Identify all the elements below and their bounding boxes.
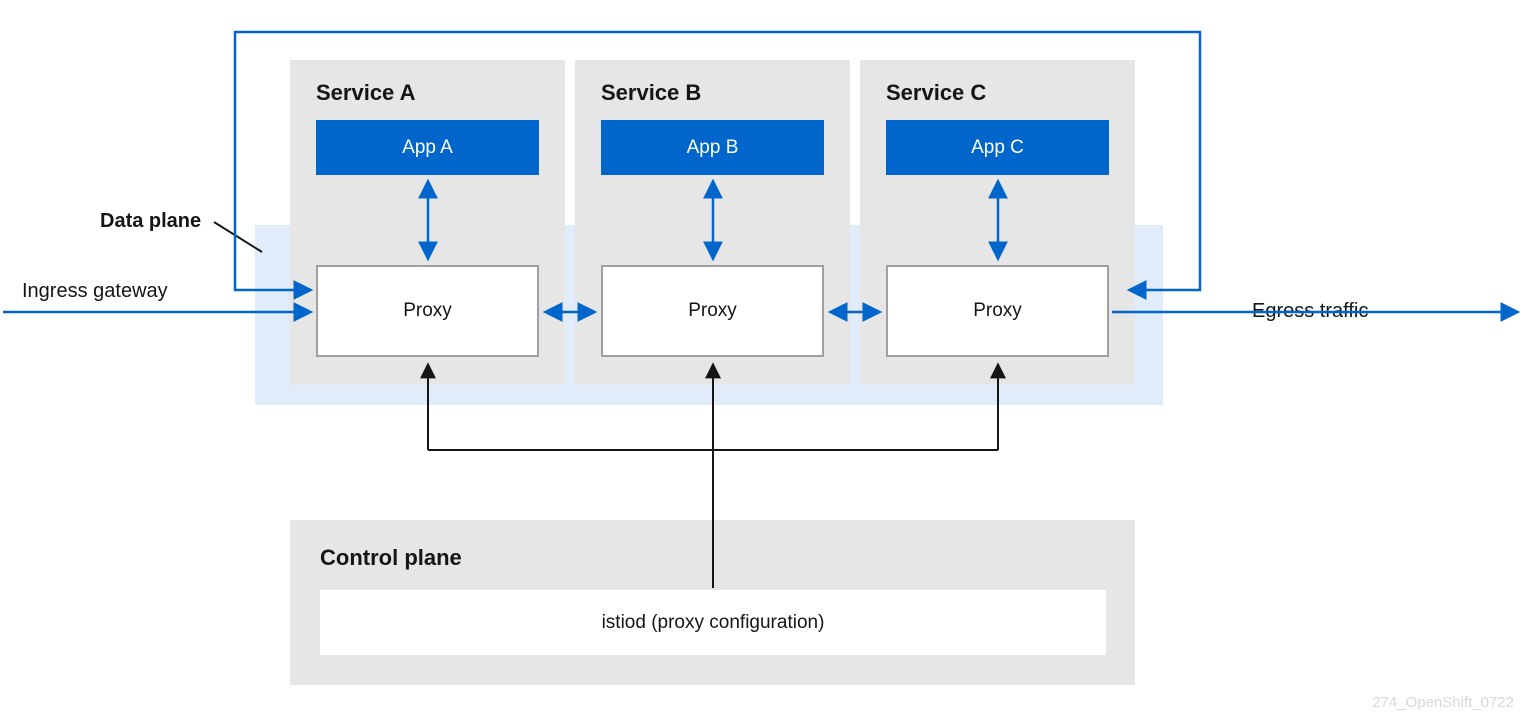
app-b-box: App B — [601, 120, 824, 175]
proxy-a-label: Proxy — [403, 300, 452, 322]
watermark-label: 274_OpenShift_0722 — [1372, 694, 1514, 711]
diagram-canvas: Service A App A Proxy Service B App B Pr… — [0, 0, 1520, 717]
app-a-label: App A — [402, 137, 453, 159]
app-c-label: App C — [971, 137, 1024, 159]
service-c-title: Service C — [886, 80, 986, 106]
service-a-title: Service A — [316, 80, 415, 106]
istiod-label: istiod (proxy configuration) — [602, 612, 825, 634]
data-plane-label: Data plane — [100, 210, 201, 233]
ingress-label: Ingress gateway — [22, 280, 168, 303]
proxy-b-box: Proxy — [601, 265, 824, 357]
service-b-title: Service B — [601, 80, 701, 106]
egress-label: Egress traffic — [1252, 300, 1368, 323]
istiod-box: istiod (proxy configuration) — [320, 590, 1106, 655]
control-plane-title: Control plane — [320, 545, 462, 571]
proxy-b-label: Proxy — [688, 300, 737, 322]
proxy-c-box: Proxy — [886, 265, 1109, 357]
app-b-label: App B — [687, 137, 739, 159]
proxy-a-box: Proxy — [316, 265, 539, 357]
app-c-box: App C — [886, 120, 1109, 175]
proxy-c-label: Proxy — [973, 300, 1022, 322]
app-a-box: App A — [316, 120, 539, 175]
